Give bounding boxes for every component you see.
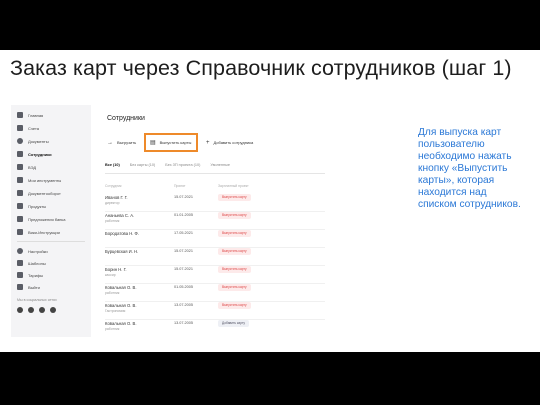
- book-icon: [17, 229, 23, 235]
- tab-all[interactable]: Все (10): [105, 163, 120, 167]
- tabs: Все (10) Без карты (10) Без ЗП проекта (…: [105, 163, 230, 167]
- template-icon: [17, 260, 23, 266]
- instagram-icon[interactable]: [50, 307, 56, 313]
- column-header-employee[interactable]: Сотрудник: [105, 184, 121, 188]
- slide-title: Заказ карт через Справочник сотрудников …: [10, 56, 512, 80]
- logout-icon: [17, 284, 23, 290]
- issue-cards-highlight: [144, 133, 198, 152]
- sidebar-item-employees[interactable]: Сотрудники: [17, 150, 52, 158]
- sidebar-item-wiki[interactable]: Вики-Инструкции: [17, 228, 60, 236]
- tariff-icon: [17, 272, 23, 278]
- slide: Заказ карт через Справочник сотрудников …: [0, 50, 540, 352]
- note-line: списком сотрудников.: [418, 199, 521, 210]
- add-employee-button[interactable]: + Добавить сотрудника: [206, 138, 253, 147]
- upload-button[interactable]: → Выгрузить: [107, 138, 136, 147]
- table-row[interactable]: Ковальная О. В. Гастрономия 13.07.2005 Выпу…: [105, 300, 325, 320]
- sidebar-item-tariffs[interactable]: Тарифы: [17, 271, 43, 279]
- table-row[interactable]: Борин Н. Г. кассир 15.07.2021 Выпустить кар…: [105, 264, 325, 284]
- sidebar-item-products[interactable]: Продукты: [17, 202, 46, 210]
- column-header-hired[interactable]: Принят: [174, 184, 185, 188]
- vk-icon[interactable]: [17, 307, 23, 313]
- sidebar-item-home[interactable]: Главная: [17, 111, 43, 119]
- issue-card-badge[interactable]: Выпустить карту: [218, 302, 251, 309]
- twitter-icon[interactable]: [28, 307, 34, 313]
- table-row[interactable]: Бурцевская И. Н. 15.07.2021 Выпустить карт…: [105, 246, 325, 266]
- tab-no-card[interactable]: Без карты (10): [130, 163, 155, 167]
- sidebar-item-templates[interactable]: Шаблоны: [17, 259, 46, 267]
- sidebar-item-tools[interactable]: Мои инструменты: [17, 176, 61, 184]
- tools-icon: [17, 177, 23, 183]
- issue-card-badge[interactable]: Выпустить карту: [218, 230, 251, 237]
- globe-icon: [17, 164, 23, 170]
- tabs-divider: [105, 173, 325, 174]
- page-title: Сотрудники: [107, 115, 145, 122]
- social-label: Мы в социальных сетях: [17, 298, 57, 302]
- note-line: необходимо нажать: [418, 151, 512, 162]
- add-card-badge[interactable]: Добавить карту: [218, 320, 250, 327]
- sidebar-item-doc-exchange[interactable]: Документооборот: [17, 189, 61, 197]
- app-screenshot: Главная Счета Документы Сотрудники ВЭД М…: [11, 105, 339, 337]
- box-icon: [17, 203, 23, 209]
- arrow-right-icon: →: [107, 139, 113, 146]
- note-line: Для выпуска карт: [418, 127, 502, 138]
- people-icon: [17, 151, 23, 157]
- sidebar-item-documents[interactable]: Документы: [17, 137, 49, 145]
- gear-icon: [17, 248, 23, 254]
- sidebar: Главная Счета Документы Сотрудники ВЭД М…: [11, 105, 91, 337]
- note-line: находится над: [418, 187, 487, 198]
- plus-icon: +: [206, 139, 210, 146]
- tab-dismissed[interactable]: Уволенные: [210, 163, 230, 167]
- issue-card-badge[interactable]: Выпустить карту: [218, 266, 251, 273]
- table-row[interactable]: Бородатова Н. Ф. 17.05.2021 Выпустить карт…: [105, 228, 325, 248]
- sidebar-item-offers[interactable]: Предложения банка: [17, 215, 65, 223]
- instruction-note: Для выпуска карт пользователю необходимо…: [418, 127, 536, 211]
- note-line: пользователю: [418, 139, 485, 150]
- wallet-icon: [17, 125, 23, 131]
- column-header-salary-project[interactable]: Зарплатный проект: [218, 184, 249, 188]
- sidebar-item-ved[interactable]: ВЭД: [17, 163, 36, 171]
- issue-card-badge[interactable]: Выпустить карту: [218, 248, 251, 255]
- note-line: карты», которая: [418, 175, 495, 186]
- table-row[interactable]: Иванов Г. Г. директор 15.07.2021 Выпустить …: [105, 192, 325, 212]
- document-icon: [17, 138, 23, 144]
- social-links: [17, 307, 56, 313]
- table-row[interactable]: Ковальная О. В. работник 01.05.2005 Выпусти…: [105, 282, 325, 302]
- tab-no-salary-project[interactable]: Без ЗП проекта (10): [165, 163, 200, 167]
- main-content: Сотрудники → Выгрузить ▤ Выпустить карты +…: [91, 105, 339, 337]
- offer-icon: [17, 216, 23, 222]
- facebook-icon[interactable]: [39, 307, 45, 313]
- sidebar-item-logout[interactable]: Выйти: [17, 283, 40, 291]
- home-icon: [17, 112, 23, 118]
- exchange-icon: [17, 190, 23, 196]
- issue-card-badge[interactable]: Выпустить карту: [218, 194, 251, 201]
- sidebar-divider: [17, 241, 85, 242]
- issue-card-badge[interactable]: Выпустить карту: [218, 284, 251, 291]
- note-line: кнопку «Выпустить: [418, 163, 508, 174]
- table-row[interactable]: Ананьева С. А. работник 01.01.2005 Выпустит…: [105, 210, 325, 230]
- issue-card-badge[interactable]: Выпустить карту: [218, 212, 251, 219]
- sidebar-item-accounts[interactable]: Счета: [17, 124, 39, 132]
- table-row[interactable]: Ковальная О. В. работник 13.07.2005 Добавит…: [105, 318, 325, 337]
- sidebar-item-settings[interactable]: Настройки: [17, 247, 48, 255]
